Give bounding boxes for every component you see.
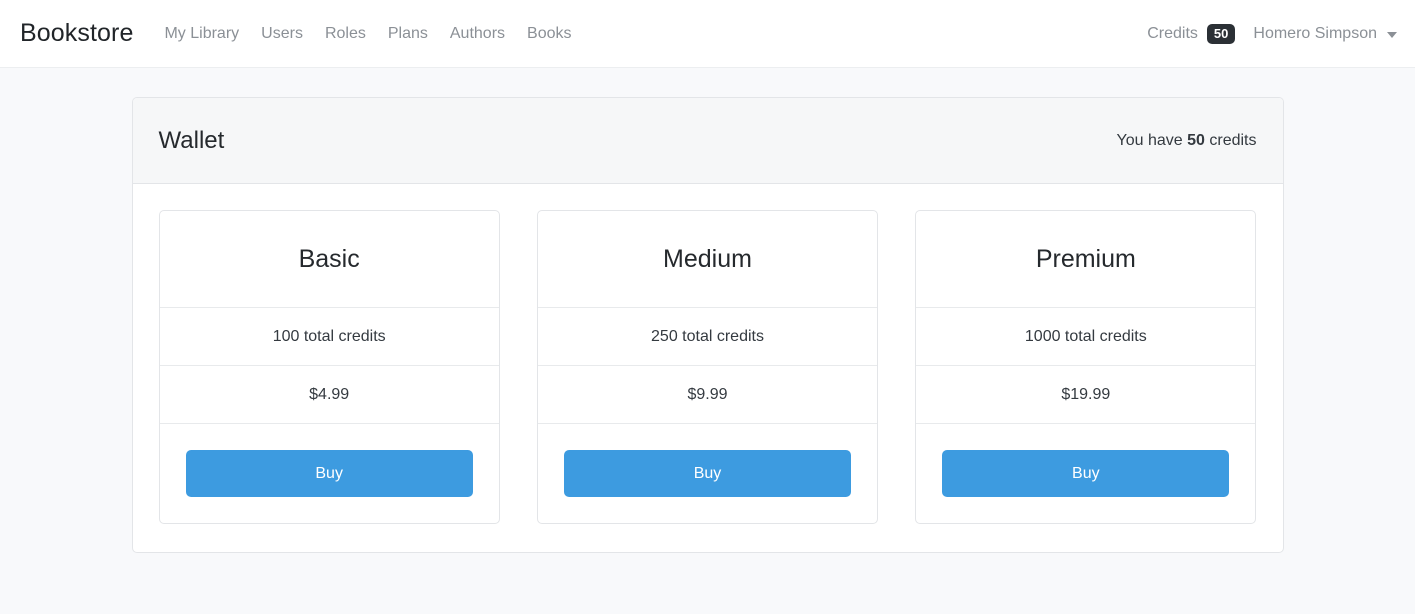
plan-card-header: Basic	[160, 211, 499, 307]
plan-card-medium: Medium 250 total credits $9.99 Buy	[536, 210, 879, 524]
buy-button-premium[interactable]: Buy	[942, 450, 1230, 497]
plan-price: $19.99	[916, 365, 1256, 423]
nav-link-roles[interactable]: Roles	[325, 25, 366, 43]
plan-credits: 250 total credits	[537, 307, 878, 365]
buy-button-basic[interactable]: Buy	[185, 450, 473, 497]
wallet-credits-value: 50	[1187, 131, 1205, 149]
credits-count-badge: 50	[1206, 23, 1236, 44]
plan-name: Medium	[663, 244, 752, 273]
plan-card-premium: Premium 1000 total credits $19.99 Buy	[915, 210, 1257, 524]
plan-name: Premium	[1035, 244, 1136, 273]
credits-label: Credits	[1147, 24, 1198, 42]
user-menu[interactable]: Homero Simpson	[1253, 25, 1397, 43]
buy-button-medium[interactable]: Buy	[563, 450, 852, 497]
plans-container: Basic 100 total credits $4.99 Buy Medium…	[133, 184, 1283, 552]
wallet-card: Wallet You have 50 credits Basic 100 tot…	[131, 97, 1284, 553]
navbar-right: Credits 50 Homero Simpson	[1147, 23, 1397, 44]
plan-footer: Buy	[537, 423, 878, 523]
page-title: Wallet	[158, 126, 225, 154]
navbar-brand[interactable]: Bookstore	[20, 19, 133, 48]
plan-card-header: Medium	[538, 211, 877, 307]
nav-link-users[interactable]: Users	[261, 25, 303, 43]
wallet-credits-suffix: credits	[1204, 131, 1257, 149]
wallet-card-header: Wallet You have 50 credits	[132, 98, 1283, 184]
nav-link-authors[interactable]: Authors	[450, 25, 505, 43]
plan-footer: Buy	[916, 423, 1256, 523]
wallet-credits-prefix: You have	[1116, 131, 1188, 149]
plan-name: Basic	[298, 244, 360, 273]
nav-link-plans[interactable]: Plans	[388, 25, 428, 43]
plan-card-basic: Basic 100 total credits $4.99 Buy	[158, 210, 500, 524]
wallet-credits-summary: You have 50 credits	[1117, 132, 1257, 150]
plan-credits: 100 total credits	[159, 307, 499, 365]
chevron-down-icon	[1387, 31, 1397, 38]
plan-credits: 1000 total credits	[916, 307, 1256, 365]
navbar: Bookstore My Library Users Roles Plans A…	[0, 0, 1415, 68]
plan-price: $9.99	[537, 365, 878, 423]
nav-link-books[interactable]: Books	[527, 25, 571, 43]
page-content: Wallet You have 50 credits Basic 100 tot…	[0, 68, 1415, 553]
plan-footer: Buy	[159, 423, 499, 523]
user-menu-label: Homero Simpson	[1253, 24, 1377, 42]
navbar-links: My Library Users Roles Plans Authors Boo…	[164, 25, 571, 43]
plan-price: $4.99	[159, 365, 499, 423]
plan-card-header: Premium	[916, 211, 1255, 307]
credits-indicator[interactable]: Credits 50	[1147, 23, 1236, 44]
nav-link-my-library[interactable]: My Library	[164, 25, 239, 43]
